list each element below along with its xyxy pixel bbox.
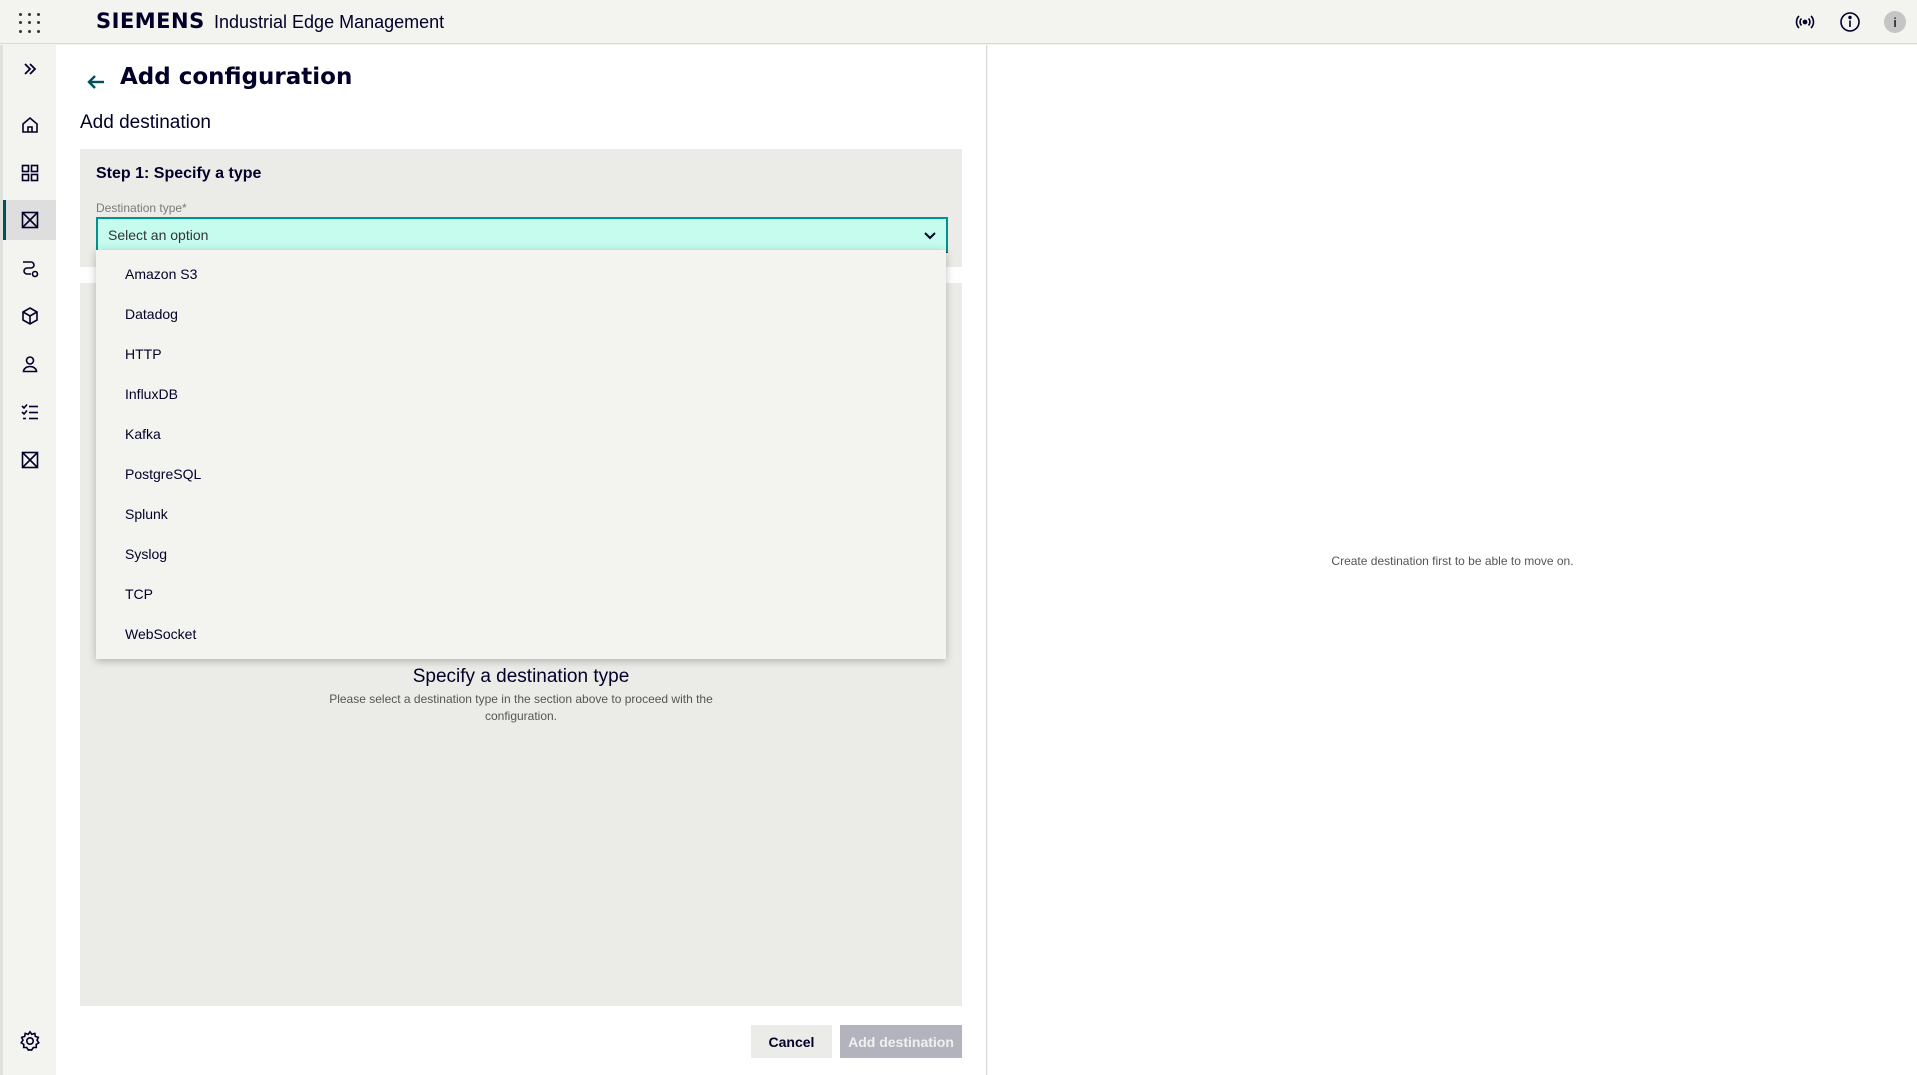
chevron-down-icon — [922, 227, 938, 248]
page-title: Add configuration — [120, 64, 353, 90]
expand-icon[interactable] — [3, 49, 56, 89]
sidebar-item-package[interactable] — [3, 296, 56, 336]
info-icon[interactable] — [1838, 10, 1862, 34]
package-icon — [21, 307, 38, 325]
page-subtitle: Add destination — [80, 112, 211, 133]
brand-logo: SIEMENS — [96, 9, 205, 33]
settings-icon — [19, 1030, 40, 1051]
select-placeholder: Select an option — [108, 227, 209, 243]
dropdown-option-kafka[interactable]: Kafka — [96, 414, 946, 454]
dropdown-option-syslog[interactable]: Syslog — [96, 534, 946, 574]
sidebar-item-users[interactable] — [3, 344, 56, 384]
sidebar-item-home[interactable] — [3, 105, 56, 145]
dropdown-option-splunk[interactable]: Splunk — [96, 494, 946, 534]
app-header: SIEMENS Industrial Edge Management i — [0, 0, 1917, 44]
dashboard-icon — [21, 164, 38, 182]
sidebar-item-data-2[interactable] — [3, 440, 56, 480]
dropdown-option-amazon-s3[interactable]: Amazon S3 — [96, 254, 946, 294]
sidebar-item-settings[interactable] — [3, 1021, 56, 1061]
user-avatar[interactable]: i — [1883, 10, 1907, 34]
user-icon — [22, 356, 37, 373]
data-icon — [21, 451, 38, 469]
tasks-icon — [20, 403, 38, 420]
sidebar-item-tasks[interactable] — [3, 392, 56, 432]
destination-type-select[interactable]: Select an option — [96, 217, 948, 253]
destination-type-dropdown: Amazon S3 Datadog HTTP InfluxDB Kafka Po… — [96, 250, 946, 659]
app-switcher-icon[interactable] — [17, 11, 41, 35]
dropdown-option-tcp[interactable]: TCP — [96, 574, 946, 614]
dropdown-option-datadog[interactable]: Datadog — [96, 294, 946, 334]
flow-icon — [22, 261, 38, 278]
sidebar-item-dashboard[interactable] — [3, 153, 56, 193]
avatar-initial: i — [1884, 11, 1906, 33]
right-panel: Create destination first to be able to m… — [988, 45, 1917, 1075]
dropdown-option-websocket[interactable]: WebSocket — [96, 614, 946, 654]
home-icon — [21, 116, 38, 133]
cancel-button[interactable]: Cancel — [751, 1025, 832, 1058]
step-title: Step 1: Specify a type — [96, 165, 262, 182]
empty-state-description: Please select a destination type in the … — [329, 692, 713, 723]
sidebar-item-data[interactable] — [3, 200, 56, 240]
dropdown-option-postgresql[interactable]: PostgreSQL — [96, 454, 946, 494]
destination-type-label: Destination type* — [96, 201, 187, 215]
broadcast-icon[interactable] — [1793, 10, 1817, 34]
sidebar-nav — [0, 45, 56, 1075]
dropdown-option-http[interactable]: HTTP — [96, 334, 946, 374]
empty-state-title: Specify a destination type — [412, 666, 630, 687]
dropdown-option-influxdb[interactable]: InfluxDB — [96, 374, 946, 414]
add-destination-button[interactable]: Add destination — [840, 1025, 962, 1058]
data-icon — [21, 211, 38, 229]
back-arrow-icon[interactable] — [84, 70, 108, 94]
sidebar-item-flow[interactable] — [3, 248, 56, 288]
right-panel-message: Create destination first to be able to m… — [1331, 554, 1574, 568]
app-title: Industrial Edge Management — [214, 12, 445, 32]
